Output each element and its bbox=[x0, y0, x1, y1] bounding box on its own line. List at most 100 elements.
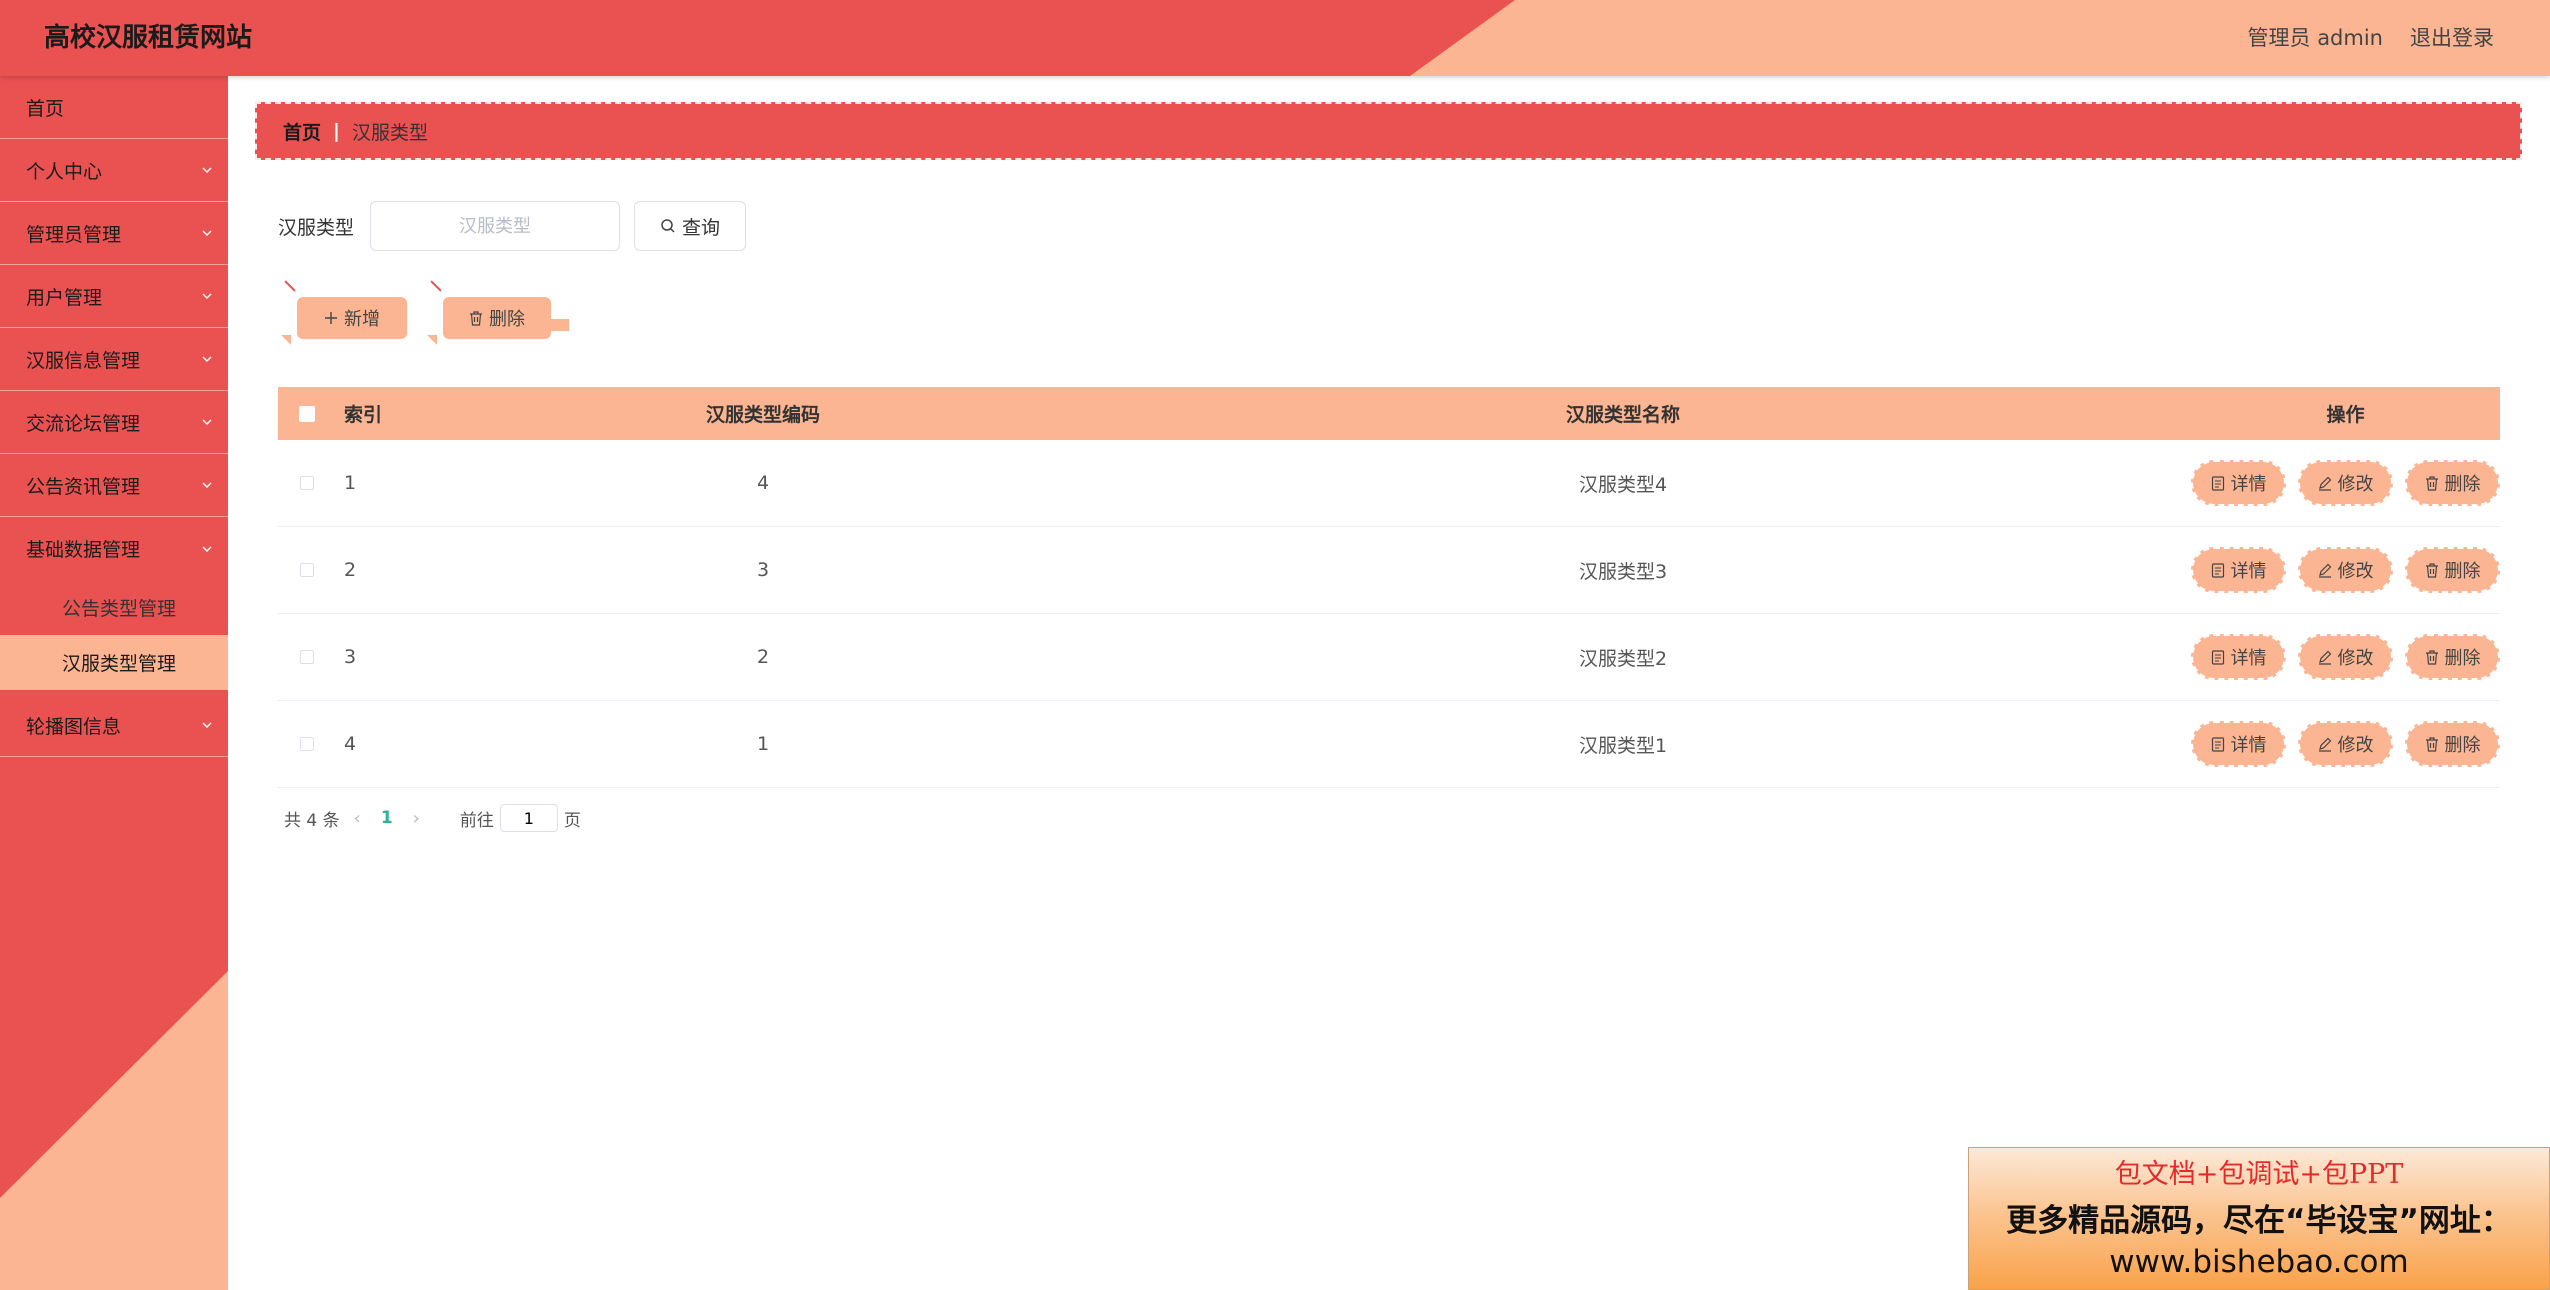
sidebar-item-carousel[interactable]: 轮播图信息 bbox=[0, 694, 228, 757]
row-check-cell bbox=[278, 737, 336, 751]
edit-button[interactable]: 修改 bbox=[2298, 547, 2393, 593]
delete-button-label: 删除 bbox=[2444, 561, 2481, 582]
breadcrumb-home[interactable]: 首页 bbox=[283, 118, 321, 145]
pencil-icon bbox=[2318, 737, 2332, 752]
document-icon bbox=[2211, 475, 2225, 491]
document-icon bbox=[2211, 649, 2225, 665]
edit-button[interactable]: 修改 bbox=[2298, 721, 2393, 767]
edit-button-label: 修改 bbox=[2337, 474, 2374, 495]
delete-button[interactable]: 删除 bbox=[2405, 460, 2500, 506]
row-checkbox[interactable] bbox=[300, 476, 314, 490]
goto-page-input[interactable] bbox=[499, 804, 558, 832]
submenu-item-label: 公告类型管理 bbox=[62, 598, 177, 620]
next-page-button[interactable]: › bbox=[413, 808, 420, 829]
data-table: 索引 汉服类型编码 汉服类型名称 操作 1 4 汉服类型4 详情 修改 删除 2… bbox=[278, 387, 2500, 788]
breadcrumb-current: 汉服类型 bbox=[351, 121, 428, 144]
trash-icon bbox=[2425, 649, 2439, 665]
document-icon bbox=[2211, 562, 2225, 578]
detail-button[interactable]: 详情 bbox=[2191, 460, 2286, 506]
row-checkbox[interactable] bbox=[300, 737, 314, 751]
table-row: 3 2 汉服类型2 详情 修改 删除 bbox=[278, 614, 2500, 701]
sidebar-item-label: 汉服信息管理 bbox=[26, 349, 141, 372]
chevron-down-icon bbox=[202, 291, 212, 301]
sidebar-item-admin-management[interactable]: 管理员管理 bbox=[0, 202, 228, 265]
sidebar-item-basic-data[interactable]: 基础数据管理 bbox=[0, 517, 228, 580]
pagination: 共 4 条 ‹ 1 › 前往 页 bbox=[284, 800, 581, 836]
edit-button[interactable]: 修改 bbox=[2298, 634, 2393, 680]
site-title: 高校汉服租赁网站 bbox=[44, 23, 253, 53]
sidebar-item-user-management[interactable]: 用户管理 bbox=[0, 265, 228, 328]
search-row: 汉服类型 查询 bbox=[278, 201, 747, 251]
header-check-cell bbox=[278, 405, 336, 422]
delete-button[interactable]: 删除 bbox=[2405, 634, 2500, 680]
search-input[interactable] bbox=[370, 201, 621, 251]
button-decor bbox=[281, 335, 291, 345]
detail-button-label: 详情 bbox=[2230, 474, 2267, 495]
button-decor bbox=[551, 319, 569, 331]
pencil-icon bbox=[2318, 476, 2332, 491]
button-decor bbox=[284, 280, 296, 292]
trash-icon bbox=[2425, 736, 2439, 752]
edit-button[interactable]: 修改 bbox=[2298, 460, 2393, 506]
trash-icon bbox=[469, 310, 483, 326]
chevron-down-icon bbox=[202, 720, 212, 730]
batch-delete-button-label: 删除 bbox=[489, 309, 525, 330]
cell-ops: 详情 修改 删除 bbox=[2191, 460, 2500, 506]
sidebar-item-label: 交流论坛管理 bbox=[26, 412, 141, 435]
cell-name: 汉服类型2 bbox=[1578, 647, 1668, 670]
detail-button[interactable]: 详情 bbox=[2191, 634, 2286, 680]
sidebar-item-forum[interactable]: 交流论坛管理 bbox=[0, 391, 228, 454]
batch-delete-button[interactable]: 删除 bbox=[427, 280, 569, 345]
submenu-item-hanfu-types[interactable]: 汉服类型管理 bbox=[0, 635, 228, 690]
query-button[interactable]: 查询 bbox=[634, 201, 747, 251]
sidebar-item-label: 管理员管理 bbox=[26, 223, 122, 246]
edit-button-label: 修改 bbox=[2337, 648, 2374, 669]
sidebar-item-hanfu-info[interactable]: 汉服信息管理 bbox=[0, 328, 228, 391]
watermark-line-1: 包文档+包调试+包PPT bbox=[2114, 1159, 2404, 1190]
add-button[interactable]: 新增 bbox=[281, 280, 407, 345]
plus-icon bbox=[324, 311, 338, 325]
page-number-current[interactable]: 1 bbox=[381, 808, 393, 828]
sidebar-item-label: 轮播图信息 bbox=[26, 715, 122, 738]
detail-button-label: 详情 bbox=[2230, 561, 2267, 582]
promo-watermark: 包文档+包调试+包PPT 更多精品源码，尽在“毕设宝”网址： www.bishe… bbox=[1968, 1147, 2550, 1290]
top-header: 高校汉服租赁网站 管理员 admin 退出登录 bbox=[0, 0, 2550, 76]
sidebar-item-personal-center[interactable]: 个人中心 bbox=[0, 139, 228, 202]
submenu-item-announcement-types[interactable]: 公告类型管理 bbox=[0, 580, 228, 635]
delete-button[interactable]: 删除 bbox=[2405, 547, 2500, 593]
sidebar-item-label: 用户管理 bbox=[26, 286, 103, 309]
document-icon bbox=[2211, 736, 2225, 752]
cell-code: 3 bbox=[756, 559, 770, 581]
cell-ops: 详情 修改 删除 bbox=[2191, 721, 2500, 767]
submenu-item-label: 汉服类型管理 bbox=[62, 653, 177, 675]
prev-page-button[interactable]: ‹ bbox=[354, 808, 361, 829]
search-label: 汉服类型 bbox=[278, 216, 355, 239]
header-name: 汉服类型名称 bbox=[1565, 404, 1680, 426]
row-check-cell bbox=[278, 650, 336, 664]
chevron-down-icon bbox=[202, 480, 212, 490]
cell-index: 3 bbox=[344, 646, 357, 668]
logout-link[interactable]: 退出登录 bbox=[2410, 0, 2494, 76]
header-red-band bbox=[0, 0, 1515, 76]
row-checkbox[interactable] bbox=[300, 650, 314, 664]
goto-prefix: 前往 bbox=[459, 810, 494, 831]
sidebar-item-announcements[interactable]: 公告资讯管理 bbox=[0, 454, 228, 517]
chevron-down-icon bbox=[202, 228, 212, 238]
detail-button[interactable]: 详情 bbox=[2191, 721, 2286, 767]
sidebar-item-label: 基础数据管理 bbox=[26, 539, 141, 561]
delete-button[interactable]: 删除 bbox=[2405, 721, 2500, 767]
sidebar-item-home[interactable]: 首页 bbox=[0, 76, 228, 139]
detail-button-label: 详情 bbox=[2230, 735, 2267, 756]
table-row: 1 4 汉服类型4 详情 修改 删除 bbox=[278, 440, 2500, 527]
add-button-label: 新增 bbox=[344, 309, 380, 330]
breadcrumb-separator: | bbox=[333, 120, 340, 142]
cell-ops: 详情 修改 删除 bbox=[2191, 547, 2500, 593]
pencil-icon bbox=[2318, 650, 2332, 665]
cell-name: 汉服类型3 bbox=[1578, 560, 1668, 583]
row-check-cell bbox=[278, 563, 336, 577]
row-checkbox[interactable] bbox=[300, 563, 314, 577]
detail-button[interactable]: 详情 bbox=[2191, 547, 2286, 593]
sidebar-menu: 首页 个人中心 管理员管理 用户管理 汉服信息管理 交流论坛管理 公告资讯管理 … bbox=[0, 76, 228, 757]
select-all-checkbox[interactable] bbox=[299, 405, 315, 422]
breadcrumb: 首页 | 汉服类型 bbox=[255, 102, 2522, 160]
